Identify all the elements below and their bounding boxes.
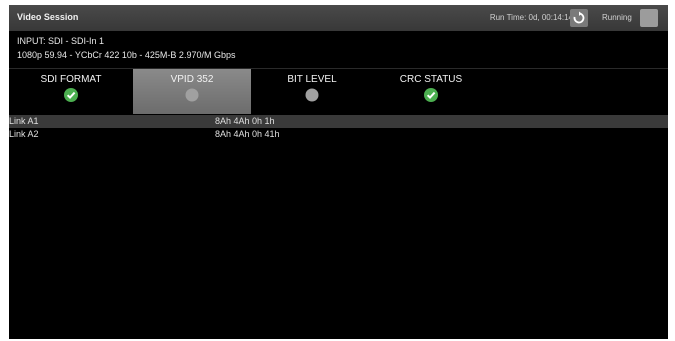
tab-label: BIT LEVEL <box>287 74 337 85</box>
run-time-readout: Run Time: 0d, 00:14:14 <box>489 13 573 22</box>
vpid-table: Link A1 8Ah 4Ah 0h 1h Link A2 8Ah 4Ah 0h… <box>9 115 668 141</box>
link-name: Link A2 <box>9 129 39 139</box>
tab-label: CRC STATUS <box>399 74 463 85</box>
inactive-status-icon <box>185 88 199 102</box>
tab-vpid-352[interactable]: VPID 352 <box>133 69 251 114</box>
tab-bit-level[interactable]: BIT LEVEL <box>253 69 371 114</box>
tab-crc-status[interactable]: CRC STATUS <box>372 69 490 114</box>
restart-icon <box>573 11 585 24</box>
vpid-value: 8Ah 4Ah 0h 1h <box>215 116 275 126</box>
running-status-label: Running <box>602 13 632 22</box>
tab-sdi-format[interactable]: SDI FORMAT <box>12 69 130 114</box>
measurement-tabs: SDI FORMAT VPID 352 BIT LEVEL CRC STATUS <box>9 68 668 114</box>
input-source: INPUT: SDI - SDI-In 1 <box>17 36 105 46</box>
vpid-value: 8Ah 4Ah 0h 41h <box>215 129 280 139</box>
restart-button[interactable] <box>570 9 588 27</box>
inactive-status-icon <box>305 88 319 102</box>
video-session-panel: Video Session Run Time: 0d, 00:14:14 Run… <box>9 5 668 339</box>
check-icon <box>64 88 78 102</box>
link-name: Link A1 <box>9 116 39 126</box>
video-format: 1080p 59.94 - YCbCr 422 10b - 425M-B 2.9… <box>17 50 236 60</box>
run-stop-toggle[interactable] <box>640 9 658 27</box>
tab-label: VPID 352 <box>170 74 214 85</box>
window-title: Video Session <box>17 12 79 22</box>
table-row[interactable]: Link A1 8Ah 4Ah 0h 1h <box>9 115 668 128</box>
title-bar: Video Session Run Time: 0d, 00:14:14 Run… <box>9 5 668 31</box>
tab-label: SDI FORMAT <box>40 74 102 85</box>
table-row[interactable]: Link A2 8Ah 4Ah 0h 41h <box>9 128 668 141</box>
check-icon <box>424 88 438 102</box>
